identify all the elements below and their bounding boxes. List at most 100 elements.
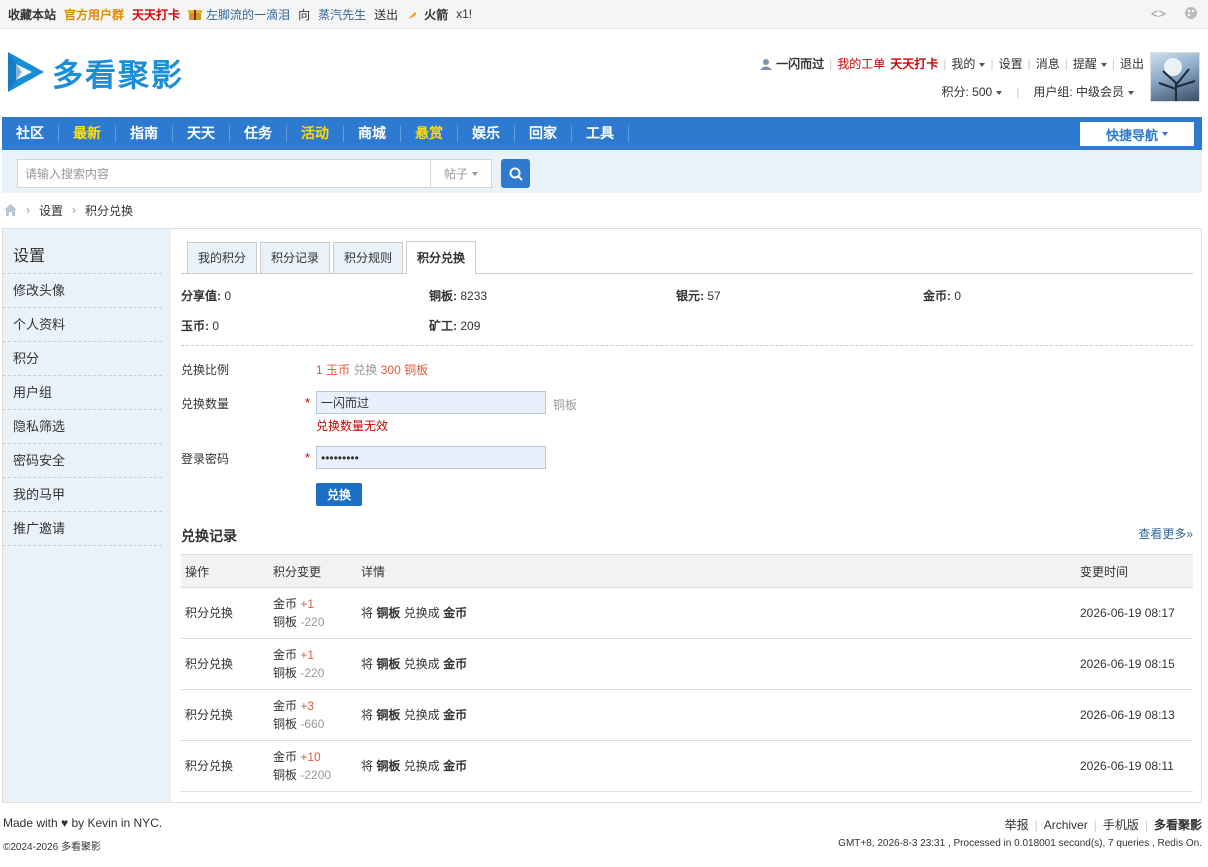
user-stats: 积分: 500 | 用户组: 中级会员 xyxy=(942,83,1135,100)
to-text: 向 xyxy=(298,7,311,22)
tab-points-log[interactable]: 积分记录 xyxy=(260,242,331,274)
exchange-button[interactable]: 兑换 xyxy=(316,483,362,506)
row-change: 金币 +10 铜板 -2200 xyxy=(269,740,357,792)
main-nav: 社区 最新 指南 天天 任务 活动 商城 悬赏 娱乐 回家 工具 快捷导航 xyxy=(2,117,1202,150)
col-time: 变更时间 xyxy=(1076,554,1193,588)
credit-miner: 矿工: 209 xyxy=(429,319,481,333)
avatar[interactable] xyxy=(1150,52,1200,102)
footer-archiver-link[interactable]: Archiver xyxy=(1044,818,1088,832)
table-row: 积分兑换 金币 +1 铜板 -220 将 铜板 兑换成 金币 2026-06-19 08… xyxy=(181,587,1193,639)
sidebar-item[interactable]: 用户组 xyxy=(3,376,162,410)
sidebar-item[interactable]: 个人资料 xyxy=(3,308,162,342)
credit-share: 分享值: 0 xyxy=(181,289,232,303)
messages-link[interactable]: 消息 xyxy=(1036,55,1060,72)
username-link[interactable]: 一闪而过 xyxy=(776,55,824,72)
tab-bar: 我的积分 积分记录 积分规则 积分兑换 xyxy=(181,229,1193,275)
home-icon[interactable] xyxy=(4,204,17,216)
table-row: 积分兑换 金币 +10 铜板 -2200 将 铜板 兑换成 金币 2026-06-19 … xyxy=(181,740,1193,792)
settings-link[interactable]: 设置 xyxy=(999,55,1023,72)
footer-site-link[interactable]: 多看聚影 xyxy=(1154,816,1202,833)
nav-item[interactable]: 回家 xyxy=(515,125,572,142)
amount-input[interactable] xyxy=(316,391,546,414)
search-icon xyxy=(509,167,523,181)
receiver-user-link[interactable]: 蒸汽先生 xyxy=(318,6,366,23)
tab-my-points[interactable]: 我的积分 xyxy=(187,242,258,274)
tab-points-rules[interactable]: 积分规则 xyxy=(333,242,404,274)
sidebar-item[interactable]: 密码安全 xyxy=(3,444,162,478)
nav-item[interactable]: 工具 xyxy=(572,125,629,142)
row-op: 积分兑换 xyxy=(181,638,269,690)
usergroup-menu[interactable]: 用户组: 中级会员 xyxy=(1033,83,1134,100)
official-group-link[interactable]: 官方用户群 xyxy=(64,6,124,23)
play-logo-icon xyxy=(8,52,44,92)
nav-item[interactable]: 任务 xyxy=(230,125,287,142)
nav-item[interactable]: 最新 xyxy=(59,125,116,142)
remind-menu[interactable]: 提醒 xyxy=(1073,55,1107,72)
tab-points-exchange[interactable]: 积分兑换 xyxy=(406,241,477,275)
tree-avatar-image xyxy=(1158,58,1196,101)
site-name: 多看聚影 xyxy=(52,57,184,93)
sidebar-item[interactable]: 我的马甲 xyxy=(3,478,162,512)
sender-user-link[interactable]: 左脚流的一滴泪 xyxy=(206,6,290,23)
sidebar: 设置 修改头像 个人资料 积分 用户组 隐私筛选 密码安全 我的马甲 推广邀请 xyxy=(3,229,171,802)
footer-stats: GMT+8, 2026-8-3 23:31 , Processed in 0.0… xyxy=(838,838,1202,849)
nav-item[interactable]: 社区 xyxy=(2,125,59,142)
gift-icon xyxy=(188,10,203,20)
ticket-link[interactable]: 我的工单 xyxy=(837,55,885,72)
checkin-link[interactable]: 天天打卡 xyxy=(132,6,180,23)
site-logo[interactable]: 多看聚影 xyxy=(4,49,184,95)
amount-error: 兑换数量无效 xyxy=(316,419,389,433)
row-op: 积分兑换 xyxy=(181,689,269,741)
amount-label: 兑换数量 xyxy=(181,397,230,411)
row-time: 2026-06-19 08:11 xyxy=(1076,740,1193,792)
nav-item[interactable]: 指南 xyxy=(116,125,173,142)
row-detail: 将 铜板 兑换成 金币 xyxy=(357,740,1076,792)
log-more-link[interactable]: 查看更多» xyxy=(1138,525,1193,542)
footer-mobile-link[interactable]: 手机版 xyxy=(1103,816,1139,833)
quick-nav-button[interactable]: 快捷导航 xyxy=(1080,122,1194,146)
nav-item[interactable]: 活动 xyxy=(287,125,344,142)
nav-item[interactable]: 天天 xyxy=(173,125,230,142)
password-input[interactable] xyxy=(316,446,546,469)
search-button[interactable] xyxy=(501,159,530,188)
mine-menu[interactable]: 我的 xyxy=(951,55,985,72)
sidebar-item[interactable]: 推广邀请 xyxy=(3,512,162,546)
row-time: 2026-06-19 08:15 xyxy=(1076,638,1193,690)
sidebar-item[interactable]: 积分 xyxy=(3,342,162,376)
row-op: 积分兑换 xyxy=(181,740,269,792)
palette-icon[interactable] xyxy=(1184,6,1198,20)
content: 我的积分 积分记录 积分规则 积分兑换 分享值: 0 铜板: 8233 银元: … xyxy=(181,229,1193,792)
sent-text: 送出 xyxy=(374,7,399,22)
col-change: 积分变更 xyxy=(269,554,357,588)
nav-item[interactable]: 娱乐 xyxy=(458,125,515,142)
nav-item[interactable]: 商城 xyxy=(344,125,401,142)
search-input[interactable] xyxy=(17,159,431,188)
main-panel: 设置 修改头像 个人资料 积分 用户组 隐私筛选 密码安全 我的马甲 推广邀请 我的积分 积分… xyxy=(2,228,1202,803)
credit-jade: 玉币: 0 xyxy=(181,319,220,333)
breadcrumb-settings[interactable]: 设置 xyxy=(39,202,63,219)
gift-name: 火箭 xyxy=(424,7,449,22)
code-icon[interactable]: <> xyxy=(1151,6,1166,21)
table-row: 积分兑换 金币 +1 铜板 -220 将 铜板 兑换成 金币 2026-06-19 08… xyxy=(181,638,1193,690)
sidebar-item[interactable]: 修改头像 xyxy=(3,274,162,308)
col-op: 操作 xyxy=(181,554,269,588)
user-links: 一闪而过 | 我的工单 天天打卡 | 我的 | 设置 | 消息 | 提醒 | 退… xyxy=(760,55,1144,72)
row-change: 金币 +1 铜板 -220 xyxy=(269,587,357,639)
logout-link[interactable]: 退出 xyxy=(1120,55,1144,72)
search-type-select[interactable]: 帖子 xyxy=(430,159,492,188)
nav-item[interactable]: 悬赏 xyxy=(401,125,458,142)
row-detail: 将 铜板 兑换成 金币 xyxy=(357,587,1076,639)
bookmark-link[interactable]: 收藏本站 xyxy=(8,6,56,23)
header-checkin-link[interactable]: 天天打卡 xyxy=(890,55,938,72)
ratio-value: 1 玉币 兑换 300 铜板 xyxy=(316,363,429,377)
exchange-log-table: 操作 积分变更 详情 变更时间 积分兑换 金币 +1 铜板 -220 将 铜板 兑换成… xyxy=(181,554,1193,792)
credit-silver: 银元: 57 xyxy=(676,289,721,303)
table-row: 积分兑换 金币 +3 铜板 -660 将 铜板 兑换成 金币 2026-06-19 08… xyxy=(181,689,1193,741)
points-menu[interactable]: 积分: 500 xyxy=(942,83,1003,100)
breadcrumb: › 设置 › 积分兑换 xyxy=(0,193,1208,227)
credits-summary: 分享值: 0 铜板: 8233 银元: 57 金币: 0 玉币: 0 矿工: 2… xyxy=(181,274,1193,346)
ratio-label: 兑换比例 xyxy=(181,363,230,377)
sidebar-item[interactable]: 隐私筛选 xyxy=(3,410,162,444)
row-detail: 将 铜板 兑换成 金币 xyxy=(357,689,1076,741)
footer-report-link[interactable]: 举报 xyxy=(1005,816,1029,833)
